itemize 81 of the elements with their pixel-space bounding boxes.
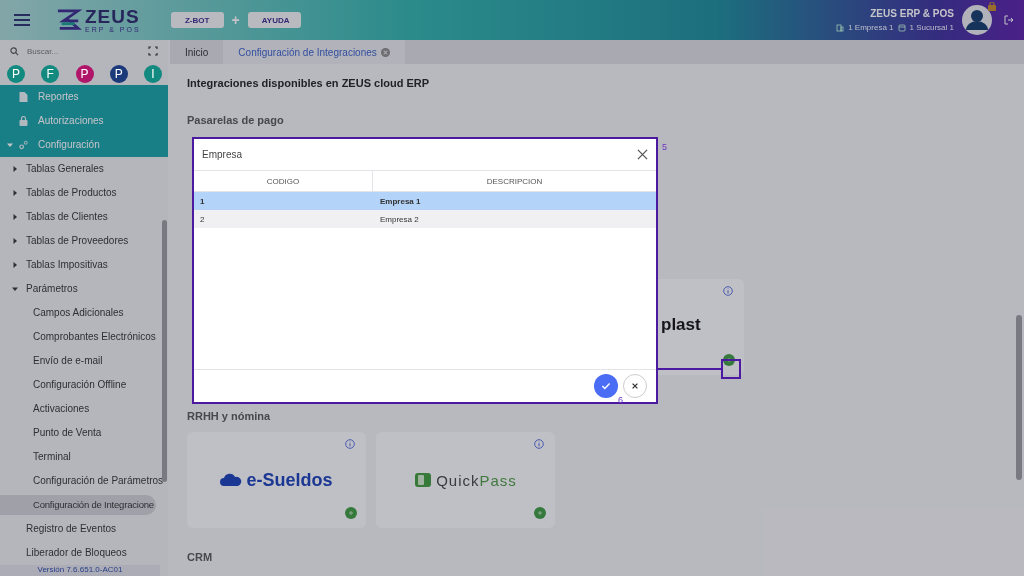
close-icon[interactable]: [637, 149, 648, 160]
menu-item[interactable]: Liberador de Bloqueos: [26, 542, 127, 563]
page-title: Integraciones disponibles en ZEUS cloud ERP: [187, 77, 431, 91]
integration-card[interactable]: QuickPass: [376, 432, 555, 528]
search-field[interactable]: Buscar...: [25, 45, 148, 57]
menu-item[interactable]: Campos Adicionales: [0, 302, 124, 323]
logo-text: QuickPass: [436, 471, 517, 489]
tab[interactable]: Inicio: [170, 40, 224, 64]
table-cell-text: Empresa 2: [379, 214, 420, 224]
search-icon: [10, 46, 19, 56]
shortcut-avatar[interactable]: P: [109, 64, 128, 83]
menu-item[interactable]: Registro de Eventos: [26, 518, 117, 539]
scrollbar[interactable]: [162, 220, 167, 482]
add-button[interactable]: [534, 507, 546, 519]
table-cell-text: 1: [199, 196, 206, 206]
section-title: CRM: [187, 551, 214, 565]
column-header[interactable]: DESCRIPCION: [373, 171, 656, 191]
branch-label: 1 Sucursal 1: [909, 23, 954, 32]
section-title: RRHH y nómina: [187, 410, 272, 424]
shortcut-avatar[interactable]: F: [41, 64, 60, 83]
logout-icon[interactable]: [1004, 15, 1014, 25]
avatar-icon[interactable]: [962, 5, 992, 35]
menu-icon[interactable]: [14, 14, 30, 26]
table-cell-text: 2: [199, 214, 206, 224]
version-label: Versión 7.6.651.0-AC01: [37, 564, 123, 574]
menu-item[interactable]: Tablas de Productos: [26, 182, 117, 203]
menu-item[interactable]: Configuración de Integracione: [0, 494, 156, 515]
highlight-frame: [721, 359, 741, 379]
section-title: Pasarelas de pago: [187, 114, 285, 128]
company-label: 1 Empresa 1: [848, 23, 894, 32]
add-button[interactable]: [345, 507, 357, 519]
plus-sign: +: [231, 12, 240, 28]
menu-item[interactable]: Tablas de Proveedores: [26, 230, 129, 251]
logo-text: e-Sueldos: [246, 469, 333, 491]
tab[interactable]: Configuración de Integraciones: [223, 40, 405, 64]
expand-icon[interactable]: [148, 46, 158, 57]
header-button[interactable]: Z-BOT: [170, 12, 224, 28]
table-cell-text: Empresa 1: [379, 196, 422, 206]
info-icon[interactable]: [345, 439, 355, 449]
logo-title: ZEUS: [85, 7, 141, 26]
table-row[interactable]: 1 Empresa 1: [194, 192, 656, 210]
integration-card[interactable]: e-Sueldos: [187, 432, 366, 528]
table-row[interactable]: 2 Empresa 2: [194, 210, 656, 228]
header-button[interactable]: AYUDA: [247, 12, 301, 28]
shortcut-avatar[interactable]: I: [144, 64, 162, 83]
lock-badge-icon: [988, 2, 996, 11]
shortcut-avatar[interactable]: P: [7, 64, 25, 83]
dialog-title: Empresa: [202, 149, 242, 160]
pass-icon: [414, 472, 433, 488]
logo-text: plast: [661, 315, 701, 335]
menu-item[interactable]: Envío de e-mail: [0, 350, 103, 371]
building-icon: [836, 23, 845, 32]
menu-item[interactable]: Comprobantes Electrónicos: [0, 326, 156, 347]
step-number: 5: [662, 142, 667, 152]
menu-item[interactable]: Tablas de Clientes: [26, 206, 108, 227]
gears-icon: [19, 139, 28, 150]
menu-item[interactable]: Terminal: [0, 446, 71, 467]
store-icon: [897, 23, 906, 32]
company-name: ZEUS ERP & POS: [870, 8, 954, 19]
menu-item[interactable]: Parámetros: [26, 278, 78, 299]
info-icon[interactable]: [723, 286, 733, 296]
cancel-button[interactable]: [623, 374, 647, 398]
menu-item[interactable]: Punto de Venta: [0, 422, 102, 443]
menu-item[interactable]: Tablas Impositivas: [26, 254, 108, 275]
info-icon[interactable]: [534, 439, 544, 449]
column-header[interactable]: CODIGO: [194, 171, 373, 191]
plus-icon: [346, 508, 356, 518]
step-number: 6: [618, 395, 623, 405]
menu-item[interactable]: Configuración de Parámetros: [0, 470, 164, 491]
confirm-button[interactable]: [594, 374, 618, 398]
lock-icon: [19, 115, 28, 126]
menu-item[interactable]: Configuración Offline: [0, 374, 127, 395]
shortcut-avatar[interactable]: P: [75, 64, 94, 83]
logo-icon: [56, 8, 82, 32]
check-icon: [600, 380, 612, 392]
plus-icon: [535, 508, 545, 518]
cloud-icon: [220, 473, 243, 487]
document-icon: [19, 91, 28, 102]
menu-item[interactable]: Activaciones: [0, 398, 90, 419]
scrollbar[interactable]: [1016, 315, 1022, 480]
menu-item[interactable]: Tablas Generales: [26, 158, 104, 179]
